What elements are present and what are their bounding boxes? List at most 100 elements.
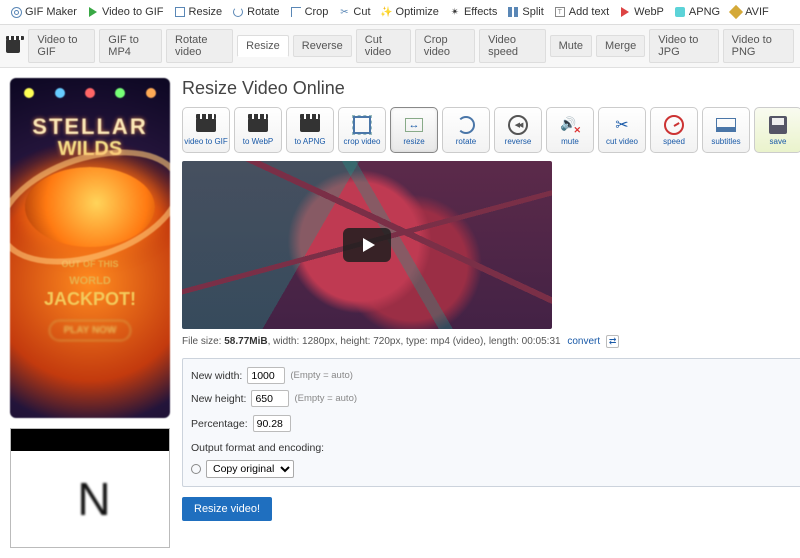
cut-icon: ✂ xyxy=(611,115,633,135)
file-info-rest: , width: 1280px, height: 720px, type: mp… xyxy=(268,336,561,347)
tab-video-to-gif[interactable]: Video to GIF xyxy=(28,29,95,63)
tab-crop-video[interactable]: Crop video xyxy=(415,29,475,63)
tab-video-to-jpg[interactable]: Video to JPG xyxy=(649,29,718,63)
topnav-add-text[interactable]: TAdd text xyxy=(550,4,613,20)
topnav-label: Cut xyxy=(353,6,370,18)
convert-link[interactable]: convert xyxy=(567,336,600,347)
mute-icon xyxy=(559,115,581,135)
topnav-split[interactable]: Split xyxy=(503,4,547,20)
tab-rotate-video[interactable]: Rotate video xyxy=(166,29,233,63)
topnav-label: Optimize xyxy=(396,6,439,18)
tool-cut-video[interactable]: ✂ cut video xyxy=(598,107,646,153)
ad-decor xyxy=(10,78,170,108)
tool-label: reverse xyxy=(505,137,532,146)
topnav-label: Crop xyxy=(305,6,329,18)
clap-icon xyxy=(195,115,217,135)
topnav-video-to-gif[interactable]: Video to GIF xyxy=(83,4,168,20)
tool-label: save xyxy=(770,137,787,146)
tool-label: subtitles xyxy=(711,137,740,146)
width-label: New width: xyxy=(191,370,242,382)
tool-label: resize xyxy=(403,137,424,146)
tool-subtitles[interactable]: subtitles xyxy=(702,107,750,153)
tool-label: crop video xyxy=(344,137,381,146)
height-input[interactable] xyxy=(251,390,289,407)
tool-speed[interactable]: speed xyxy=(650,107,698,153)
file-info: File size: 58.77MiB, width: 1280px, heig… xyxy=(182,335,800,348)
sidebar: STELLAR WILDS OUT OF THIS WORLD JACKPOT!… xyxy=(10,78,170,548)
video-toolbar: video to GIF to WebP to APNG crop video resi… xyxy=(182,107,800,153)
tool-label: cut video xyxy=(606,137,638,146)
width-input[interactable] xyxy=(247,367,285,384)
tab-cut-video[interactable]: Cut video xyxy=(356,29,411,63)
topnav-resize[interactable]: Resize xyxy=(170,4,227,20)
subtitles-icon xyxy=(715,115,737,135)
percentage-label: Percentage: xyxy=(191,418,248,430)
tool-save[interactable]: save xyxy=(754,107,800,153)
resize-icon xyxy=(403,115,425,135)
resize-panel: New width: (Empty = auto) New height: (E… xyxy=(182,358,800,487)
tab-gif-to-mp4[interactable]: GIF to MP4 xyxy=(99,29,162,63)
tool-to-apng[interactable]: to APNG xyxy=(286,107,334,153)
file-size-prefix: File size: xyxy=(182,336,224,347)
save-icon xyxy=(767,115,789,135)
topnav-effects[interactable]: ✴Effects xyxy=(445,4,501,20)
video-preview[interactable] xyxy=(182,161,552,329)
topnav-label: Effects xyxy=(464,6,497,18)
tool-label: rotate xyxy=(456,137,476,146)
format-radio[interactable] xyxy=(191,464,201,474)
topnav-label: Rotate xyxy=(247,6,279,18)
tool-to-webp[interactable]: to WebP xyxy=(234,107,282,153)
ad2-bar xyxy=(11,429,169,451)
tool-label: mute xyxy=(561,137,579,146)
clapper-icon[interactable] xyxy=(6,39,20,53)
topnav-avif[interactable]: AVIF xyxy=(726,4,773,20)
file-size: 58.77MiB xyxy=(224,336,267,347)
topnav-crop[interactable]: Crop xyxy=(286,4,333,20)
topnav-rotate[interactable]: Rotate xyxy=(228,4,283,20)
tool-label: to APNG xyxy=(294,137,325,146)
percentage-input[interactable] xyxy=(253,415,291,432)
reverse-icon xyxy=(507,115,529,135)
tool-crop-video[interactable]: crop video xyxy=(338,107,386,153)
topnav-label: APNG xyxy=(689,6,720,18)
tab-mute[interactable]: Mute xyxy=(550,35,592,57)
main-content: Resize Video Online video to GIFto WebPt… xyxy=(182,78,800,548)
play-button[interactable] xyxy=(343,228,391,262)
tool-mute[interactable]: mute xyxy=(546,107,594,153)
clap-icon xyxy=(299,115,321,135)
top-nav: GIF Maker Video to GIFResize Rotate Crop ✂Cu… xyxy=(0,0,800,25)
ad-banner-stellar[interactable]: STELLAR WILDS OUT OF THIS WORLD JACKPOT!… xyxy=(10,78,170,418)
tab-reverse[interactable]: Reverse xyxy=(293,35,352,57)
resize-button[interactable]: Resize video! xyxy=(182,497,272,521)
topnav-optimize[interactable]: ✨Optimize xyxy=(377,4,443,20)
tool-resize[interactable]: resize xyxy=(390,107,438,153)
clap-icon xyxy=(247,115,269,135)
tool-label: video to GIF xyxy=(184,137,228,146)
tool-reverse[interactable]: reverse xyxy=(494,107,542,153)
height-hint: (Empty = auto) xyxy=(294,393,357,404)
tab-video-to-png[interactable]: Video to PNG xyxy=(723,29,794,63)
crop-icon xyxy=(351,115,373,135)
format-label: Output format and encoding: xyxy=(191,442,324,454)
topnav-label: Split xyxy=(522,6,543,18)
topnav-cut[interactable]: ✂Cut xyxy=(334,4,374,20)
ad-banner-2[interactable]: N xyxy=(10,428,170,548)
ad-jackpot: JACKPOT! xyxy=(44,289,136,310)
topnav-label: GIF Maker xyxy=(25,6,77,18)
tab-video-speed[interactable]: Video speed xyxy=(479,29,546,63)
tool-rotate[interactable]: rotate xyxy=(442,107,490,153)
topnav-webp[interactable]: WebP xyxy=(615,4,668,20)
tool-video-to-gif[interactable]: video to GIF xyxy=(182,107,230,153)
topnav-apng[interactable]: APNG xyxy=(670,4,724,20)
tool-label: speed xyxy=(663,137,685,146)
tab-merge[interactable]: Merge xyxy=(596,35,645,57)
topnav-gif-maker[interactable]: GIF Maker xyxy=(6,4,81,20)
sub-nav: Video to GIFGIF to MP4Rotate videoResize… xyxy=(0,25,800,68)
tab-resize[interactable]: Resize xyxy=(237,35,289,57)
ad-play-button[interactable]: PLAY NOW xyxy=(49,320,132,341)
ad-title-1: STELLAR xyxy=(32,114,147,140)
ad-sub-2: WORLD xyxy=(69,275,111,287)
height-label: New height: xyxy=(191,393,246,405)
format-select[interactable]: Copy original xyxy=(206,460,294,478)
convert-arrows-icon[interactable]: ⇄ xyxy=(606,335,620,348)
